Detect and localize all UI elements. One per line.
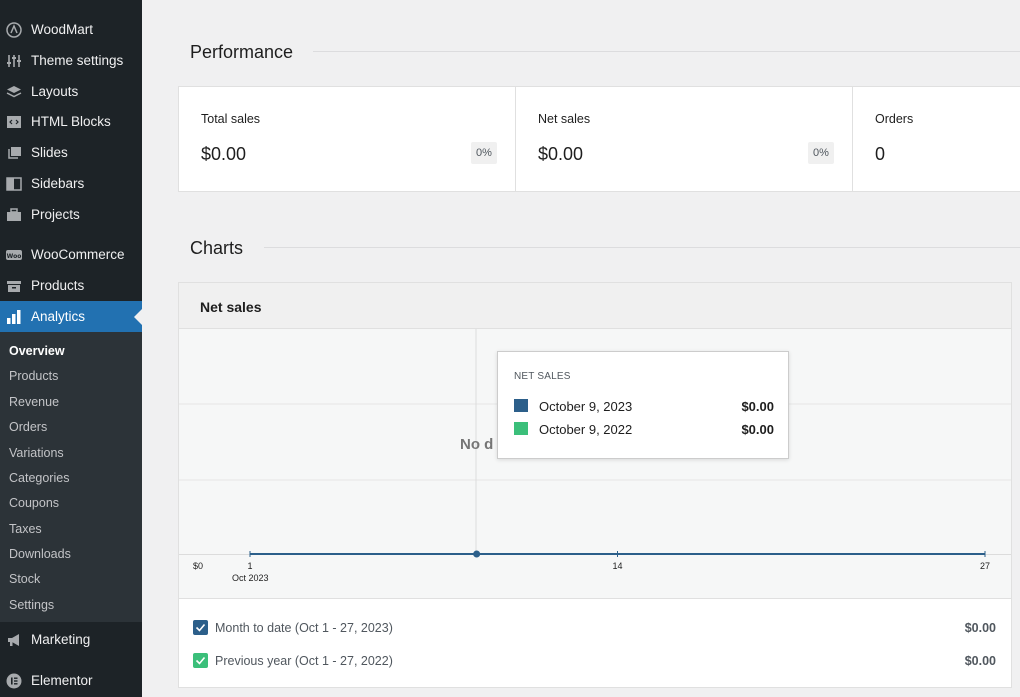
menu-item-elementor[interactable]: Elementor [0, 665, 142, 696]
legend-item[interactable]: Month to date (Oct 1 - 27, 2023) $0.00 [193, 620, 998, 638]
menu-item-theme-settings[interactable]: Theme settings [0, 45, 142, 76]
menu-item-html-blocks[interactable]: HTML Blocks [0, 106, 142, 137]
hover-point [473, 550, 481, 558]
tooltip-row: October 9, 2022 $0.00 [514, 422, 774, 438]
y-tick-label: $0 [193, 561, 203, 571]
submenu-orders[interactable]: Orders [9, 420, 47, 434]
sliders-icon [6, 53, 22, 69]
tooltip-title: NET SALES [514, 371, 571, 382]
tooltip-value: $0.00 [741, 399, 774, 414]
archive-icon [6, 278, 22, 294]
chart-header: Net sales [179, 283, 1011, 329]
menu-label: Theme settings [31, 53, 124, 68]
chart-tooltip: NET SALES October 9, 2023 $0.00 October … [497, 351, 789, 459]
submenu-settings[interactable]: Settings [9, 598, 54, 612]
menu-item-woodmart[interactable]: WoodMart [0, 14, 142, 45]
layers-icon [6, 84, 22, 100]
legend-total: $0.00 [964, 621, 996, 635]
perf-delta-badge: 0% [808, 142, 834, 164]
divider [313, 51, 1020, 52]
submenu-revenue[interactable]: Revenue [9, 395, 59, 409]
menu-label: WoodMart [31, 22, 94, 37]
menu-item-slides[interactable]: Slides [0, 137, 142, 168]
woo-icon: Woo [6, 247, 22, 263]
menu-label: WooCommerce [31, 247, 125, 262]
perf-card-total-sales[interactable]: Total sales $0.00 0% [179, 87, 516, 191]
series-swatch [514, 422, 528, 435]
perf-delta-badge: 0% [471, 142, 497, 164]
submenu-taxes[interactable]: Taxes [9, 522, 42, 536]
briefcase-icon [6, 207, 22, 223]
menu-label: Slides [31, 145, 68, 160]
x-tick-label: 27 [980, 561, 990, 571]
performance-cards: Total sales $0.00 0% Net sales $0.00 0% … [178, 86, 1020, 192]
perf-value: $0.00 [538, 144, 584, 164]
sidebar-icon [6, 176, 22, 192]
menu-item-sidebars[interactable]: Sidebars [0, 168, 142, 199]
perf-label: Total sales [201, 112, 261, 126]
legend-label: Month to date (Oct 1 - 27, 2023) [215, 621, 393, 635]
analytics-submenu: Overview Products Revenue Orders Variati… [0, 332, 142, 622]
tooltip-row: October 9, 2023 $0.00 [514, 399, 774, 415]
menu-label: Elementor [31, 673, 93, 688]
menu-label: Products [31, 278, 85, 293]
tooltip-value: $0.00 [741, 422, 774, 437]
menu-label: Sidebars [31, 176, 85, 191]
submenu-overview[interactable]: Overview [9, 344, 65, 358]
menu-item-woocommerce[interactable]: Woo WooCommerce [0, 239, 142, 270]
checkbox-checked-icon[interactable] [193, 620, 208, 635]
perf-label: Net sales [538, 112, 591, 126]
x-month-label: Oct 2023 [232, 573, 269, 583]
elementor-icon [6, 673, 22, 689]
menu-item-projects[interactable]: Projects [0, 199, 142, 230]
perf-value: 0 [875, 144, 886, 164]
performance-heading: Performance [190, 42, 294, 62]
x-tick-label: 14 [612, 561, 622, 571]
menu-item-products[interactable]: Products [0, 270, 142, 301]
checkbox-checked-icon[interactable] [193, 653, 208, 668]
chart-panel-title: Net sales [200, 299, 262, 315]
slides-icon [6, 145, 22, 161]
perf-value: $0.00 [201, 144, 247, 164]
menu-item-layouts[interactable]: Layouts [0, 76, 142, 107]
menu-label: HTML Blocks [31, 114, 111, 129]
menu-item-marketing[interactable]: Marketing [0, 624, 142, 655]
admin-sidebar: WoodMart Theme settings Layouts HTML Blo… [0, 0, 142, 697]
submenu-categories[interactable]: Categories [9, 471, 69, 485]
series-swatch [514, 399, 528, 412]
woodmart-icon [6, 21, 22, 38]
legend-total: $0.00 [964, 654, 996, 668]
legend-label: Previous year (Oct 1 - 27, 2022) [215, 654, 393, 668]
bar-chart-icon [6, 309, 22, 325]
no-data-text: No d [460, 436, 493, 453]
divider [264, 247, 1020, 248]
perf-card-net-sales[interactable]: Net sales $0.00 0% [516, 87, 853, 191]
code-block-icon [6, 114, 22, 130]
submenu-downloads[interactable]: Downloads [9, 547, 71, 561]
submenu-variations[interactable]: Variations [9, 446, 64, 460]
perf-card-orders[interactable]: Orders 0 [853, 87, 1020, 191]
submenu-products[interactable]: Products [9, 369, 58, 383]
menu-label: Projects [31, 207, 80, 222]
svg-text:Woo: Woo [7, 253, 22, 260]
menu-label: Layouts [31, 84, 79, 99]
submenu-stock[interactable]: Stock [9, 572, 40, 586]
legend-item[interactable]: Previous year (Oct 1 - 27, 2022) $0.00 [193, 653, 998, 671]
submenu-coupons[interactable]: Coupons [9, 496, 59, 510]
x-tick-label: 1 [247, 561, 252, 571]
tooltip-date: October 9, 2023 [539, 399, 633, 414]
perf-label: Orders [875, 112, 914, 126]
tooltip-date: October 9, 2022 [539, 422, 633, 437]
menu-item-analytics[interactable]: Analytics [0, 301, 142, 332]
megaphone-icon [6, 632, 22, 648]
charts-heading: Charts [190, 238, 244, 258]
menu-label: Marketing [31, 632, 91, 647]
menu-label: Analytics [31, 309, 86, 324]
